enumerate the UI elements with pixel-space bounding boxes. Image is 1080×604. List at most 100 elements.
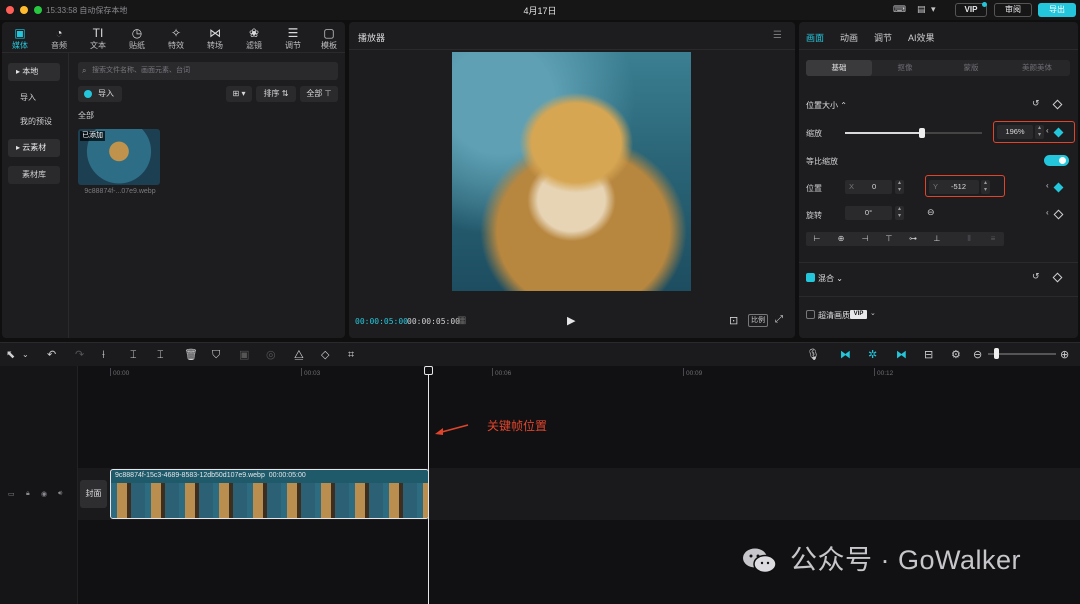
tab-sticker[interactable]: ◷ 贴纸	[119, 26, 155, 51]
rotation-prev-keyframe-icon[interactable]: ‹	[1046, 208, 1049, 217]
position-x-stepper[interactable]: ▴ ▾	[895, 180, 904, 194]
freeze-icon[interactable]: ▣	[239, 348, 249, 362]
tab-picture[interactable]: 画面	[806, 31, 824, 44]
scale-slider-knob[interactable]	[918, 128, 925, 138]
play-button[interactable]: ▶	[567, 314, 575, 327]
align-bottom-icon[interactable]: ⊥	[926, 232, 948, 246]
align-left-icon[interactable]: ⊢	[806, 232, 828, 246]
tab-text[interactable]: TI 文本	[80, 26, 116, 51]
sidebar-item-import[interactable]: 导入	[8, 89, 60, 107]
tab-adjust[interactable]: ☰ 调节	[275, 26, 311, 51]
select-tool-chevron-icon[interactable]: ⌄	[22, 348, 29, 362]
uniform-scale-toggle[interactable]	[1044, 155, 1069, 166]
position-size-title[interactable]: 位置大小 ⌃	[806, 100, 847, 111]
tab-animation[interactable]: 动画	[840, 31, 858, 44]
cover-button[interactable]: 封面	[80, 480, 107, 508]
marker-icon[interactable]: ⛉	[212, 348, 220, 362]
zoom-out-icon[interactable]: ⊖	[973, 348, 982, 362]
zoom-in-icon[interactable]: ⊕	[1060, 348, 1069, 362]
sidebar-item-library[interactable]: 素材库	[8, 166, 60, 184]
timeline-zoom-knob[interactable]	[994, 348, 999, 359]
scale-input[interactable]: 196%	[997, 125, 1033, 139]
linkage-icon[interactable]: ⧓	[896, 348, 907, 362]
playhead[interactable]	[428, 366, 429, 604]
track-visibility-icon[interactable]: ◉	[41, 490, 47, 498]
select-tool-icon[interactable]: ⬉	[6, 348, 15, 362]
rotation-stepper[interactable]: ▴ ▾	[895, 206, 904, 220]
segment-basic[interactable]: 基础	[806, 60, 872, 76]
export-button[interactable]: 导出	[1038, 3, 1076, 17]
scale-stepper[interactable]: ▴ ▾	[1035, 125, 1044, 139]
position-y-stepper[interactable]: ▴ ▾	[981, 180, 990, 194]
sidebar-item-cloud[interactable]: ▸ 云素材	[8, 139, 60, 157]
preview-axis-icon[interactable]: ⊟	[924, 348, 933, 362]
playhead-handle[interactable]	[424, 366, 433, 375]
tab-audio[interactable]: ◔ 音频	[41, 26, 77, 51]
split-left-icon[interactable]: ⌶	[130, 348, 137, 362]
crop-icon[interactable]: ⌗	[348, 348, 354, 362]
tab-ai-effects[interactable]: AI效果	[908, 31, 935, 44]
view-mode-button[interactable]: ⊞ ▾	[226, 86, 252, 102]
auto-snap-icon[interactable]: ✲	[868, 348, 877, 362]
reverse-icon[interactable]: ◎	[266, 348, 276, 362]
blend-title[interactable]: 混合 ⌄	[818, 273, 843, 284]
tab-adjust-props[interactable]: 调节	[874, 31, 892, 44]
tab-effects[interactable]: ✧ 特效	[158, 26, 194, 51]
timecode-grid-icon[interactable]: ▦	[457, 315, 466, 326]
position-x-input[interactable]: X0	[845, 180, 892, 194]
scale-slider[interactable]	[845, 128, 982, 138]
fit-screen-icon[interactable]: ⊡	[729, 314, 738, 327]
segment-cutout[interactable]: 抠像	[872, 60, 938, 76]
timeline-settings-icon[interactable]: ⚙︎	[951, 348, 961, 362]
sidebar-item-local[interactable]: ▸ 本地	[8, 63, 60, 81]
super-res-chevron-icon[interactable]: ⌄	[870, 309, 876, 317]
review-button[interactable]: 审阅	[994, 3, 1032, 17]
reset-icon[interactable]: ↺	[1032, 98, 1040, 109]
track-lock-icon[interactable]: 🔒︎	[26, 490, 30, 498]
delete-icon[interactable]: 🗑︎	[184, 348, 198, 362]
media-thumbnail[interactable]: 已添加	[78, 129, 160, 185]
mirror-icon[interactable]: ⧋	[294, 348, 304, 362]
position-y-input[interactable]: Y -512	[929, 180, 979, 194]
segment-mask[interactable]: 蒙版	[938, 60, 1004, 76]
main-track-magnet-icon[interactable]: ⧓	[840, 348, 851, 362]
rotation-dial-icon[interactable]: ⊖	[927, 207, 935, 218]
ratio-button[interactable]: 比例	[748, 314, 768, 327]
align-top-icon[interactable]: ⊤	[878, 232, 900, 246]
sort-button[interactable]: 排序 ⇅	[256, 86, 296, 102]
rotation-input[interactable]: 0°	[845, 206, 892, 220]
tab-template[interactable]: ▢ 模板	[314, 26, 344, 51]
tab-transition[interactable]: ⋈ 转场	[197, 26, 233, 51]
super-res-checkbox[interactable]	[806, 310, 815, 319]
sidebar-item-presets[interactable]: 我的预设	[8, 113, 66, 131]
redo-icon[interactable]: ↷	[75, 348, 84, 362]
keyboard-icon[interactable]: ⌨	[893, 4, 906, 16]
align-right-icon[interactable]: ⊣	[854, 232, 876, 246]
keyframe-diamond-icon[interactable]	[1052, 99, 1063, 110]
segment-beauty[interactable]: 美颜美体	[1004, 60, 1070, 76]
video-preview-leopard[interactable]	[452, 52, 691, 291]
fullscreen-icon[interactable]: ⤢	[775, 314, 783, 325]
blend-reset-icon[interactable]: ↺	[1032, 271, 1040, 282]
align-hcenter-icon[interactable]: ⊕	[830, 232, 852, 246]
layout-chevron-icon[interactable]: ▾	[931, 4, 936, 16]
blend-keyframe-icon[interactable]	[1052, 272, 1063, 283]
rotation-keyframe-diamond-icon[interactable]	[1053, 209, 1064, 220]
player-menu-icon[interactable]: ☰	[773, 30, 782, 41]
track-mute-icon[interactable]: 🔊︎	[58, 490, 62, 498]
microphone-icon[interactable]: 🎙︎	[806, 348, 820, 362]
distribute-h-icon[interactable]: ⫴	[958, 232, 980, 246]
layout-icon[interactable]: ▤	[917, 4, 926, 16]
position-prev-keyframe-icon[interactable]: ‹	[1046, 181, 1049, 190]
tab-media[interactable]: ▣ 媒体	[2, 26, 38, 51]
split-icon[interactable]: ⟊	[102, 348, 105, 362]
tab-filter[interactable]: ❀ 滤镜	[236, 26, 272, 51]
split-right-icon[interactable]: ⌶	[157, 348, 164, 362]
position-keyframe-diamond-icon[interactable]	[1053, 182, 1064, 193]
blend-checkbox[interactable]	[806, 273, 815, 282]
align-vcenter-icon[interactable]: ⊶	[902, 232, 924, 246]
prev-keyframe-icon[interactable]: ‹	[1046, 126, 1049, 135]
track-cover-toggle-icon[interactable]: ▭	[8, 490, 15, 498]
filter-all-button[interactable]: 全部 ⊤	[300, 86, 338, 102]
rotate-icon[interactable]: ◇	[321, 348, 329, 362]
